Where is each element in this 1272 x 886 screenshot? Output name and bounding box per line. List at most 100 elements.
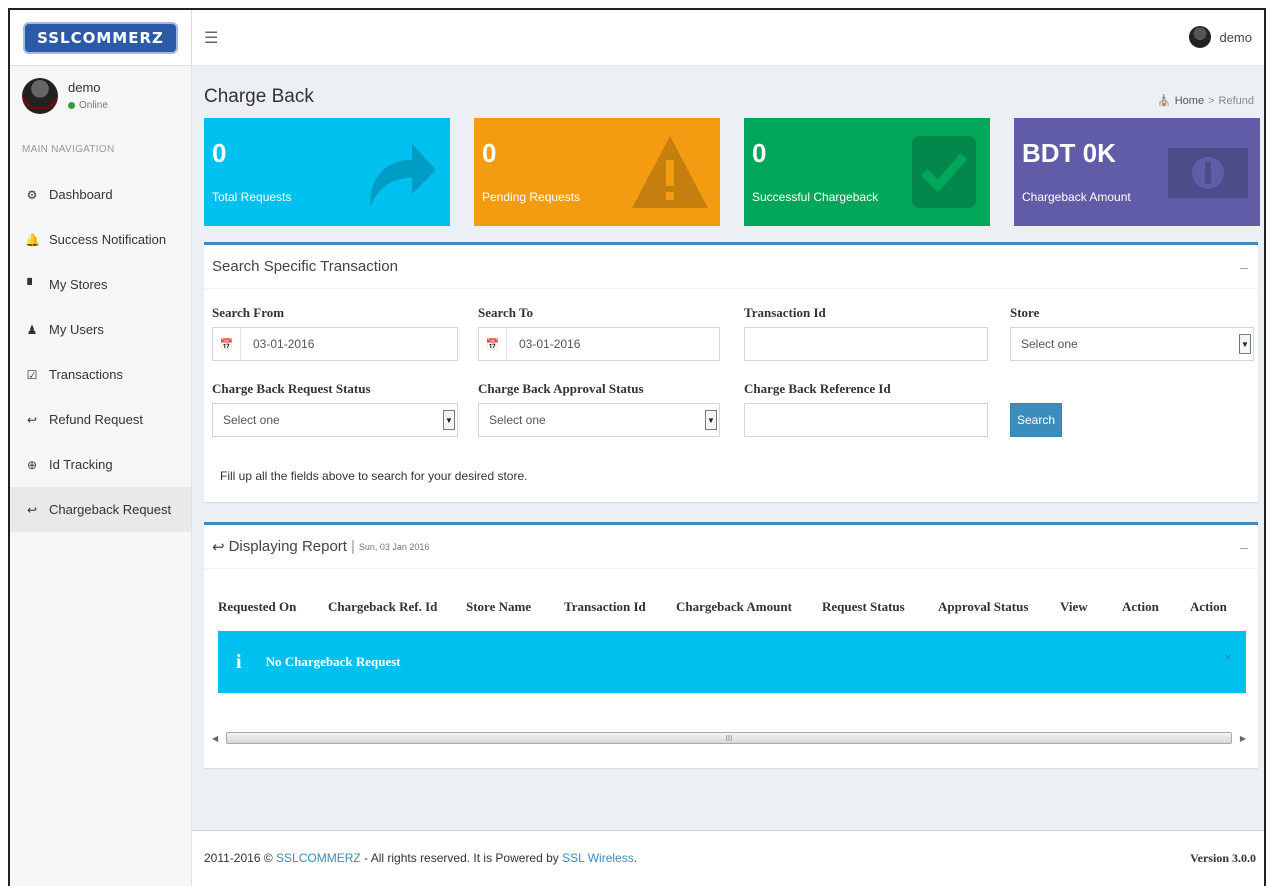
breadcrumb: ⛪ Home > Refund: [1157, 94, 1254, 108]
sidebar-item-refund-request[interactable]: ↩ Refund Request: [10, 397, 191, 442]
brand-logo[interactable]: SSLCOMMERZ: [23, 21, 178, 54]
sidebar-item-label: Dashboard: [49, 187, 113, 202]
approval-status-select[interactable]: Select one ▼: [478, 403, 720, 437]
stat-box-successful-chargeback: 0 Successful Chargeback: [744, 118, 990, 226]
sidebar-item-success-notification[interactable]: 🔔 Success Notification: [10, 217, 191, 262]
column-header-store-name[interactable]: Store Name: [466, 599, 531, 615]
avatar: [1189, 26, 1212, 48]
request-status-value: Select one: [223, 413, 280, 427]
search-from-value: 03-01-2016: [253, 337, 315, 351]
breadcrumb-current: Refund: [1218, 94, 1254, 107]
search-panel-title: Search Specific Transaction –: [204, 245, 1258, 289]
empty-state-alert: i No Chargeback Request ×: [218, 631, 1246, 693]
column-header-request-status[interactable]: Request Status: [822, 599, 905, 615]
hamburger-icon[interactable]: ☰: [204, 28, 218, 48]
page-title: Charge Back: [204, 86, 314, 107]
reply-icon: ↩: [26, 502, 38, 517]
reference-id-label: Charge Back Reference Id: [744, 381, 891, 396]
stat-value: BDT 0K: [1022, 138, 1116, 168]
close-icon[interactable]: ×: [1224, 649, 1232, 665]
column-header-action[interactable]: Action: [1122, 599, 1159, 615]
crosshair-icon: ⊕: [26, 457, 38, 472]
reply-icon: ↩: [26, 412, 38, 427]
scroll-right-icon[interactable]: ▶: [1240, 734, 1246, 743]
app-window: SSLCOMMERZ ☰ demo demo Online MAIN NAVIG…: [8, 8, 1266, 886]
sidebar-item-chargeback-request[interactable]: ↩ Chargeback Request: [10, 487, 191, 532]
powered-by-link[interactable]: SSL Wireless: [562, 851, 634, 865]
logo-area[interactable]: SSLCOMMERZ: [10, 10, 192, 66]
sidebar-item-label: Chargeback Request: [49, 502, 172, 517]
divider: |: [350, 538, 355, 555]
request-status-select[interactable]: Select one ▼: [212, 403, 458, 437]
stat-label: Pending Requests: [482, 190, 581, 204]
footer: 2011-2016 © SSLCOMMERZ - All rights rese…: [192, 830, 1264, 886]
store-select[interactable]: Select one ▼: [1010, 327, 1254, 361]
search-to-label: Search To: [478, 305, 534, 320]
column-header-chargeback-ref-id[interactable]: Chargeback Ref. Id: [328, 599, 437, 615]
chevron-down-icon: ▼: [705, 410, 717, 430]
user-menu-name: demo: [1219, 29, 1252, 45]
search-panel-heading: Search Specific Transaction: [212, 258, 398, 275]
collapse-icon[interactable]: –: [1240, 539, 1248, 555]
online-status-label: Online: [79, 100, 108, 111]
scrollbar-thumb[interactable]: III: [226, 732, 1232, 744]
sidebar-item-dashboard[interactable]: ⚙ Dashboard: [10, 172, 191, 217]
approval-status-label: Charge Back Approval Status: [478, 381, 644, 396]
chevron-down-icon: ▼: [1239, 334, 1251, 354]
avatar: [22, 78, 58, 114]
sidebar-item-label: My Stores: [49, 277, 108, 292]
store-icon: ▘: [27, 277, 37, 292]
column-header-requested-on[interactable]: Requested On: [218, 599, 296, 615]
stat-value: 0: [482, 138, 497, 168]
share-arrow-icon: [370, 144, 436, 207]
online-status: Online: [68, 100, 108, 111]
search-to-field[interactable]: 📅 03-01-2016: [478, 327, 720, 361]
reply-icon: ↩: [212, 538, 225, 556]
search-button[interactable]: Search: [1010, 403, 1062, 437]
search-from-field[interactable]: 📅 03-01-2016: [212, 327, 458, 361]
user-panel: demo Online: [10, 66, 191, 136]
report-panel: ↩ Displaying Report | Sun, 03 Jan 2016 –…: [204, 522, 1258, 768]
copyright: 2011-2016 © SSLCOMMERZ - All rights rese…: [204, 851, 637, 865]
breadcrumb-home[interactable]: Home: [1175, 95, 1204, 107]
search-panel: Search Specific Transaction – Search Fro…: [204, 242, 1258, 502]
transaction-id-input[interactable]: [744, 327, 988, 361]
stat-box-chargeback-amount: BDT 0K Chargeback Amount: [1014, 118, 1260, 226]
scrollbar-grip: III: [725, 733, 733, 743]
check-square-icon: ☑: [26, 367, 38, 382]
sidebar-item-my-stores[interactable]: ▘ My Stores: [10, 262, 191, 307]
column-header-action[interactable]: Action: [1190, 599, 1227, 615]
column-header-approval-status[interactable]: Approval Status: [938, 599, 1028, 615]
search-from-label: Search From: [212, 305, 285, 320]
stat-label: Total Requests: [212, 190, 292, 204]
users-icon: ♟: [26, 322, 38, 337]
scroll-left-icon[interactable]: ◀: [212, 734, 218, 743]
calendar-icon: 📅: [213, 328, 241, 360]
user-menu[interactable]: demo: [1189, 26, 1252, 48]
column-header-transaction-id[interactable]: Transaction Id: [564, 599, 646, 615]
reference-id-input[interactable]: [744, 403, 988, 437]
approval-status-value: Select one: [489, 413, 546, 427]
column-header-chargeback-amount[interactable]: Chargeback Amount: [676, 599, 792, 615]
copyright-end: .: [633, 851, 638, 865]
user-panel-name: demo: [68, 80, 101, 95]
search-hint: Fill up all the fields above to search f…: [220, 469, 528, 483]
main-content: Charge Back ⛪ Home > Refund 0 Total Requ…: [192, 66, 1264, 886]
store-select-value: Select one: [1021, 337, 1078, 351]
horizontal-scrollbar[interactable]: ◀ III ▶: [212, 731, 1246, 745]
money-icon: [1168, 148, 1248, 198]
empty-state-message: No Chargeback Request: [265, 654, 401, 669]
sidebar-item-transactions[interactable]: ☑ Transactions: [10, 352, 191, 397]
info-icon: i: [236, 650, 242, 673]
company-link[interactable]: SSLCOMMERZ: [276, 851, 361, 865]
column-header-view[interactable]: View: [1060, 599, 1088, 615]
breadcrumb-separator: >: [1208, 94, 1215, 107]
collapse-icon[interactable]: –: [1240, 259, 1248, 275]
stat-box-total-requests: 0 Total Requests: [204, 118, 450, 226]
stat-value: 0: [212, 138, 227, 168]
sidebar-item-my-users[interactable]: ♟ My Users: [10, 307, 191, 352]
sidebar-item-id-tracking[interactable]: ⊕ Id Tracking: [10, 442, 191, 487]
top-navbar: ☰ demo: [192, 10, 1264, 66]
bell-icon: 🔔: [25, 232, 40, 247]
chevron-down-icon: ▼: [443, 410, 455, 430]
